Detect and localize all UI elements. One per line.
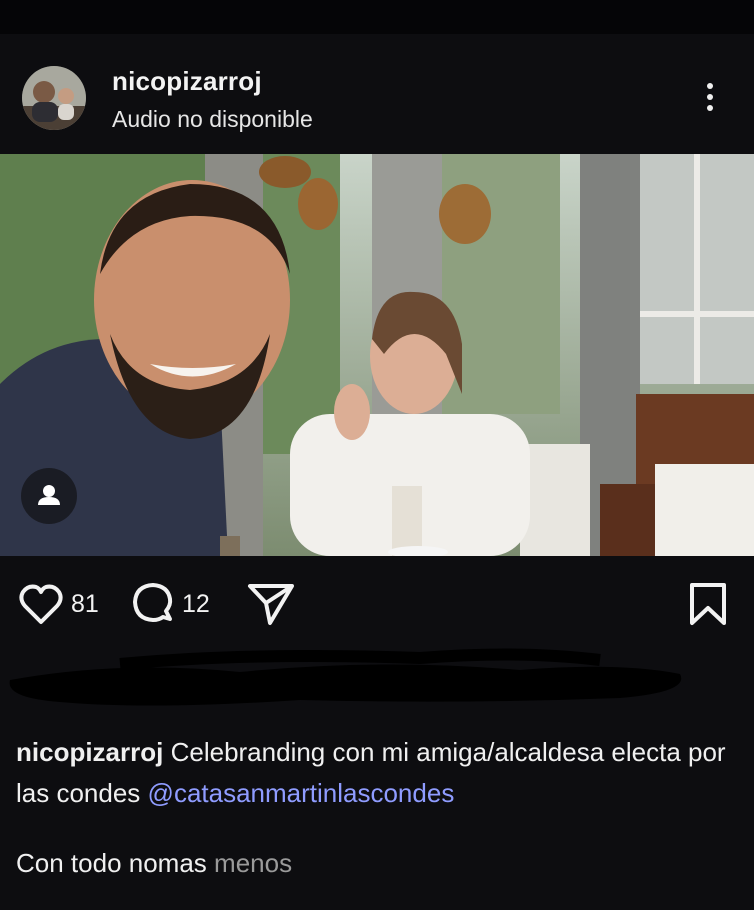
redacted-scribble — [0, 640, 754, 720]
comment-button[interactable]: 12 — [130, 580, 210, 628]
share-button[interactable] — [246, 580, 296, 628]
send-icon — [248, 584, 294, 625]
top-bar — [0, 0, 754, 34]
less-button[interactable]: menos — [214, 848, 292, 878]
caption-continuation: Con todo nomas menos — [16, 848, 292, 879]
like-count: 81 — [71, 589, 99, 618]
save-button[interactable] — [688, 580, 728, 628]
comment-bubble-icon — [133, 583, 173, 622]
user-tag-button[interactable] — [21, 468, 77, 524]
more-vertical-icon — [707, 83, 713, 89]
caption-mention[interactable]: @catasanmartinlascondes — [148, 778, 455, 808]
comment-count: 12 — [182, 589, 210, 618]
avatar[interactable] — [22, 66, 86, 130]
post-header: nicopizarroj Audio no disponible — [0, 52, 754, 144]
post-photo[interactable] — [0, 154, 754, 556]
user-tag-icon — [38, 485, 60, 505]
caption-username[interactable]: nicopizarroj — [16, 737, 163, 767]
caption-second-line: Con todo nomas — [16, 848, 207, 878]
more-dot — [707, 105, 713, 111]
audio-status: Audio no disponible — [112, 106, 313, 132]
post-username[interactable]: nicopizarroj — [112, 66, 262, 97]
post-caption: nicopizarroj Celebranding con mi amiga/a… — [16, 732, 736, 814]
bookmark-icon — [690, 583, 726, 625]
more-dot — [707, 94, 713, 100]
action-bar: 81 12 — [0, 570, 754, 640]
heart-icon — [19, 584, 63, 624]
more-options-button[interactable] — [696, 80, 724, 120]
like-button[interactable]: 81 — [17, 580, 99, 628]
